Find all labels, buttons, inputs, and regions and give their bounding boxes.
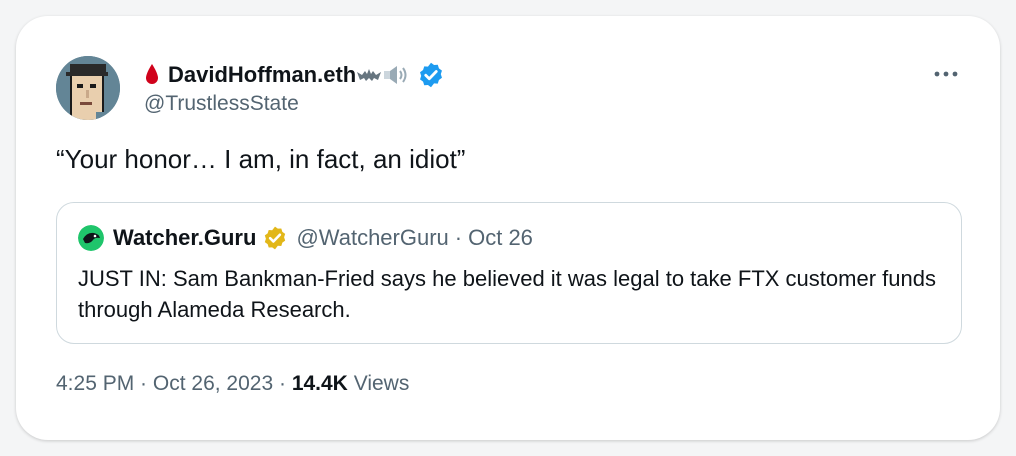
more-dots-icon (934, 71, 958, 77)
meta-separator: · (273, 372, 292, 395)
bat-icon (357, 69, 382, 81)
quoted-handle: @WatcherGuru (296, 225, 449, 250)
quoted-display-name: Watcher.Guru (113, 225, 257, 250)
meta-separator: · (134, 372, 153, 395)
speaker-icon (384, 66, 407, 84)
views-count: 14.4K (291, 372, 348, 395)
author-handle[interactable]: @TrustlessState (144, 92, 299, 116)
tweet-text: “Your honor… I am, in fact, an idiot” (56, 144, 466, 174)
quoted-date: Oct 26 (468, 225, 533, 250)
tweet-date[interactable]: Oct 26, 2023 (153, 372, 273, 395)
watcher-guru-avatar-icon (78, 225, 104, 251)
views-label: Views (347, 372, 410, 395)
author-display-name: DavidHoffman.eth (168, 62, 357, 87)
tweet-meta: 4:25 PM · Oct 26, 2023 · 14.4K Views (56, 372, 409, 396)
blood-drop-icon (146, 64, 158, 84)
gold-verified-badge-icon (265, 226, 286, 250)
quoted-separator: · (454, 225, 463, 250)
quoted-tweet-text: JUST IN: Sam Bankman-Fried says he belie… (78, 266, 936, 322)
tweet-card: DavidHoffman.eth @TrustlessState “Your h… (16, 16, 1000, 440)
author-avatar[interactable] (56, 56, 120, 120)
pixel-punk-avatar-icon (56, 56, 120, 120)
tweet-time[interactable]: 4:25 PM (56, 372, 134, 395)
verified-badge-icon (420, 62, 443, 88)
quoted-tweet[interactable]: Watcher.Guru @WatcherGuru · Oct 26 JUST … (56, 202, 962, 344)
author-name-row[interactable]: DavidHoffman.eth (144, 60, 445, 90)
more-options-button[interactable] (928, 60, 964, 88)
quoted-tweet-header: Watcher.Guru @WatcherGuru · Oct 26 (78, 223, 533, 253)
